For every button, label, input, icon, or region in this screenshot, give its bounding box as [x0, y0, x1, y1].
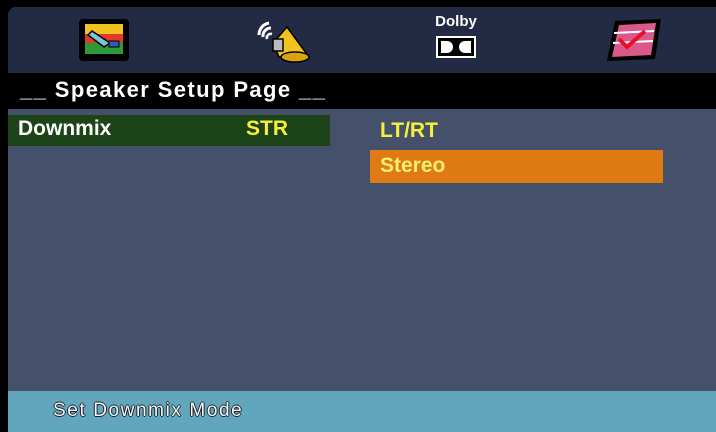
menu-item-value: STR [246, 117, 288, 140]
preference-icon[interactable] [601, 13, 665, 67]
osd-screen: Dolby __ Speaker Setup Page __ Downmix S… [8, 7, 716, 432]
option-label: LT/RT [380, 119, 438, 142]
option-lt-rt[interactable]: LT/RT [370, 115, 663, 148]
tv-setup-icon[interactable] [74, 13, 138, 67]
page-title: __ Speaker Setup Page __ [20, 77, 327, 102]
osd-frame: Dolby __ Speaker Setup Page __ Downmix S… [0, 0, 716, 432]
status-text: Set Downmix Mode [53, 400, 244, 421]
status-bar: Set Downmix Mode [8, 391, 716, 432]
setup-icon-bar: Dolby [8, 7, 716, 73]
menu-item-downmix[interactable]: Downmix STR [8, 115, 330, 146]
dolby-icon[interactable]: Dolby [424, 13, 488, 67]
speaker-icon[interactable] [249, 13, 313, 67]
menu-item-label: Downmix [18, 117, 112, 140]
option-stereo[interactable]: Stereo [370, 150, 663, 183]
option-label: Stereo [380, 154, 446, 177]
page-title-bar: __ Speaker Setup Page __ [8, 73, 716, 109]
